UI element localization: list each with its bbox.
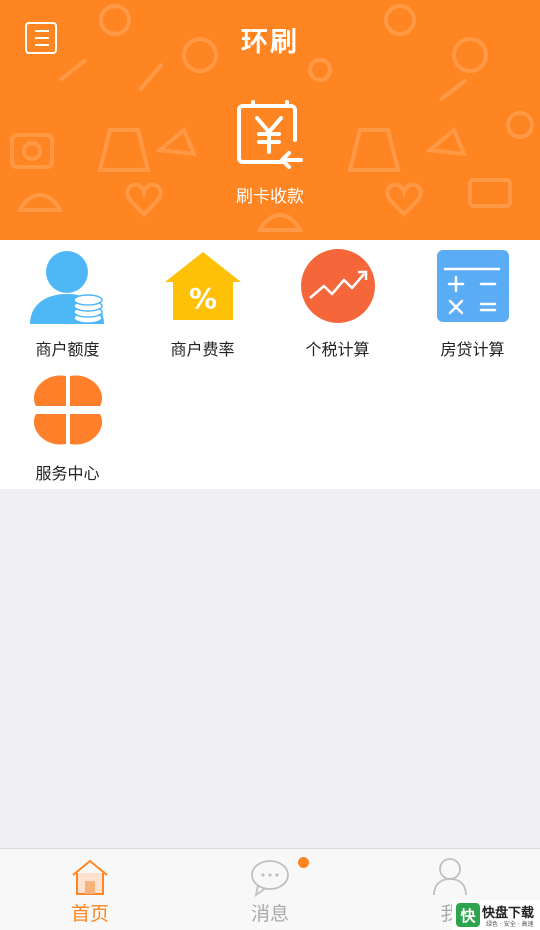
watermark-logo-icon: 快 (456, 903, 480, 927)
merchant-limit-label: 商户额度 (35, 340, 100, 359)
tab-home-label: 首页 (70, 903, 109, 925)
watermark-logo-glyph: 快 (460, 907, 476, 925)
message-icon (251, 860, 289, 897)
watermark-subtitle: 绿色 · 安全 · 高速 (486, 921, 534, 928)
tax-calc-label: 个税计算 (305, 340, 370, 359)
merchant-rate-tile[interactable]: % 商户费率 (135, 240, 270, 364)
header-banner: 环刷 刷卡收款 (0, 0, 540, 240)
app-title: 环刷 (241, 27, 299, 58)
service-grid: 商户额度 % 商户费率 个税计算 房贷计算 服务中心 (0, 240, 540, 489)
home-icon (72, 859, 108, 895)
download-site-watermark: 快 快盘下载 绿色 · 安全 · 高速 (452, 900, 540, 930)
service-center-icon (33, 375, 103, 445)
mortgage-calc-tile[interactable]: 房贷计算 (405, 240, 540, 364)
merchant-limit-tile[interactable]: 商户额度 (0, 240, 135, 364)
mortgage-calc-label: 房贷计算 (440, 340, 505, 359)
unread-badge (298, 857, 309, 868)
profile-icon (433, 858, 467, 896)
tax-calc-icon (301, 249, 375, 323)
merchant-rate-icon: % (165, 252, 241, 320)
tab-messages-label: 消息 (250, 903, 289, 925)
service-center-label: 服务中心 (35, 464, 100, 483)
tab-messages[interactable]: 消息 (180, 849, 360, 930)
tax-calc-tile[interactable]: 个税计算 (270, 240, 405, 364)
merchant-limit-icon (30, 251, 104, 324)
card-swipe-yen-icon[interactable] (235, 100, 305, 172)
merchant-rate-label: 商户费率 (170, 340, 235, 359)
swipe-card-label[interactable]: 刷卡收款 (0, 182, 540, 207)
mortgage-calc-icon (437, 250, 509, 322)
tab-home[interactable]: 首页 (0, 849, 180, 930)
service-center-tile[interactable]: 服务中心 (0, 364, 135, 488)
svg-text:%: % (189, 282, 217, 315)
